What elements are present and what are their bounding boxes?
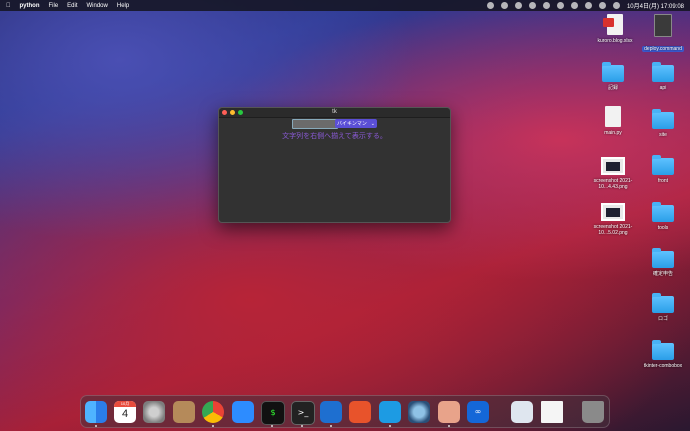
running-indicator xyxy=(448,425,450,427)
desktop-item-screenshot-2[interactable]: screenshot 2021-10...5.02.png xyxy=(588,203,638,236)
shell-file-icon xyxy=(654,14,672,37)
menu-bar:  python File Edit Window Help 10月4日(月) … xyxy=(0,0,690,11)
menu-file[interactable]: File xyxy=(49,3,59,9)
vscode-icon[interactable] xyxy=(320,401,342,423)
document-icon[interactable] xyxy=(541,401,563,423)
app-menu-python[interactable]: python xyxy=(20,3,40,9)
running-indicator xyxy=(212,425,214,427)
window-titlebar[interactable]: tk xyxy=(219,108,450,118)
desktop-item-kiroku[interactable]: 記録 xyxy=(588,62,638,91)
apple-icon[interactable]:  xyxy=(6,3,11,9)
control-center-icon[interactable] xyxy=(612,2,620,9)
status-icon-3[interactable] xyxy=(514,2,522,9)
desktop-item-kakutei[interactable]: 確定申告 xyxy=(638,248,688,277)
menu-window[interactable]: Window xyxy=(87,3,108,9)
status-icon-2[interactable] xyxy=(500,2,508,9)
analytics-app-icon[interactable] xyxy=(349,401,371,423)
bluetooth-icon[interactable] xyxy=(556,2,564,9)
folder-icon xyxy=(602,62,624,82)
menu-edit[interactable]: Edit xyxy=(67,3,77,9)
folder-icon xyxy=(652,248,674,268)
tk-window: tk バイキンマン ⌄ 文字列を右側へ揃えて表示する。 xyxy=(218,107,451,223)
search-icon[interactable] xyxy=(598,2,606,9)
docker-icon[interactable] xyxy=(379,401,401,423)
desktop-item-logo[interactable]: ロゴ xyxy=(638,293,688,322)
desktop-item-main-py[interactable]: main.py xyxy=(588,106,638,136)
menu-clock[interactable]: 10月4日(月) 17:09:08 xyxy=(627,1,684,10)
running-indicator xyxy=(271,425,273,427)
desktop-item-site[interactable]: site xyxy=(638,109,688,138)
terminal-icon[interactable]: $ xyxy=(261,401,285,425)
folder-icon xyxy=(652,293,674,313)
combobox-value: バイキンマン xyxy=(337,121,367,127)
image-file-icon xyxy=(601,203,625,221)
contacts-icon[interactable] xyxy=(173,401,195,423)
folder-icon xyxy=(652,62,674,82)
desktop-item-front[interactable]: front xyxy=(638,155,688,184)
chevron-down-icon[interactable]: ⌄ xyxy=(371,121,375,127)
folder-icon xyxy=(652,340,674,360)
python-file-icon xyxy=(605,106,621,127)
folder-icon xyxy=(652,202,674,222)
desktop-item-api[interactable]: api xyxy=(638,62,688,91)
preview-icon[interactable] xyxy=(438,401,460,423)
status-icon-5[interactable] xyxy=(542,2,550,9)
window-title: tk xyxy=(332,109,337,115)
status-icon-1[interactable] xyxy=(486,2,494,9)
quicktime-icon[interactable] xyxy=(408,401,430,423)
calendar-icon[interactable]: 10月 4 xyxy=(114,401,136,423)
chrome-icon[interactable] xyxy=(202,401,224,423)
desktop-item-deploy-command[interactable]: deploy.command xyxy=(638,14,688,55)
desktop-item-kuroro-xlsx[interactable]: kuroro.blog.xlsx xyxy=(590,14,640,44)
dock: 10月 4 $ >_ ∞ xyxy=(80,395,610,428)
text-entry[interactable] xyxy=(292,119,338,129)
desktop-item-tools[interactable]: tools xyxy=(638,202,688,231)
image-file-icon xyxy=(601,157,625,175)
combobox[interactable]: バイキンマン ⌄ xyxy=(335,119,377,128)
wifi-icon[interactable] xyxy=(584,2,592,9)
status-icon-4[interactable] xyxy=(528,2,536,9)
battery-icon[interactable] xyxy=(570,2,578,9)
infinity-app-icon[interactable]: ∞ xyxy=(467,401,489,423)
running-indicator xyxy=(330,425,332,427)
excel-file-icon xyxy=(603,14,623,35)
folder-icon xyxy=(652,155,674,175)
output-label: 文字列を右側へ揃えて表示する。 xyxy=(282,133,387,140)
desktop-item-tkinter-combobox[interactable]: tkinter-combobox xyxy=(638,340,688,369)
iterm-icon[interactable]: >_ xyxy=(291,401,315,425)
running-indicator xyxy=(301,425,303,427)
folder-icon xyxy=(652,109,674,129)
finder-icon[interactable] xyxy=(85,401,107,423)
photo-thumbnail-icon[interactable] xyxy=(511,401,533,423)
trash-icon[interactable] xyxy=(582,401,604,423)
running-indicator xyxy=(95,425,97,427)
running-indicator xyxy=(389,425,391,427)
desktop-item-screenshot-1[interactable]: screenshot 2021-10...4.43.png xyxy=(588,157,638,190)
zoom-app-icon[interactable] xyxy=(232,401,254,423)
system-preferences-icon[interactable] xyxy=(143,401,165,423)
menu-help[interactable]: Help xyxy=(117,3,129,9)
